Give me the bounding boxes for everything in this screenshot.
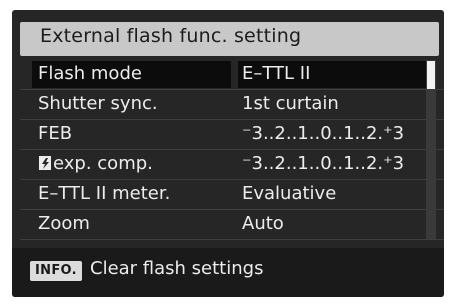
menu-item-value: 1st curtain xyxy=(242,93,339,114)
flash-exposure-compensation-icon xyxy=(38,155,52,171)
info-button[interactable]: INFO. xyxy=(30,261,82,281)
menu-title: External flash func. setting xyxy=(40,25,302,47)
menu-item-value: ⁻3..2..1..0..1..2.⁺3 xyxy=(242,153,405,174)
menu-item-ettl-meter[interactable]: E–TTL II meter. Evaluative xyxy=(20,180,444,210)
menu-item-label: exp. comp. xyxy=(53,153,153,174)
flash-settings-menu: Flash mode E–TTL II Shutter sync. 1st cu… xyxy=(20,60,444,240)
menu-footer: INFO. Clear flash settings xyxy=(12,248,444,297)
menu-item-value: Auto xyxy=(242,213,284,234)
camera-menu-screen: External flash func. setting Flash mode … xyxy=(12,10,444,297)
menu-title-bar: External flash func. setting xyxy=(20,22,439,56)
menu-item-zoom[interactable]: Zoom Auto xyxy=(20,210,444,240)
scrollbar-thumb[interactable] xyxy=(427,61,435,89)
menu-item-feb[interactable]: FEB ⁻3..2..1..0..1..2.⁺3 xyxy=(20,120,444,150)
menu-item-label-group: exp. comp. xyxy=(38,153,153,174)
clear-flash-settings-label: Clear flash settings xyxy=(90,258,264,279)
menu-item-shutter-sync[interactable]: Shutter sync. 1st curtain xyxy=(20,90,444,120)
menu-item-label: Zoom xyxy=(38,213,90,234)
menu-item-label: E–TTL II meter. xyxy=(38,183,171,204)
menu-item-value: E–TTL II xyxy=(242,63,311,84)
menu-item-flash-mode[interactable]: Flash mode E–TTL II xyxy=(20,60,444,90)
menu-item-label: FEB xyxy=(38,123,73,144)
menu-scrollbar[interactable] xyxy=(426,60,436,239)
menu-item-value: ⁻3..2..1..0..1..2.⁺3 xyxy=(242,123,405,144)
menu-item-value: Evaluative xyxy=(242,183,337,204)
menu-item-label: Flash mode xyxy=(38,63,142,84)
menu-item-flash-exp-comp[interactable]: exp. comp. ⁻3..2..1..0..1..2.⁺3 xyxy=(20,150,444,180)
menu-item-label: Shutter sync. xyxy=(38,93,158,114)
